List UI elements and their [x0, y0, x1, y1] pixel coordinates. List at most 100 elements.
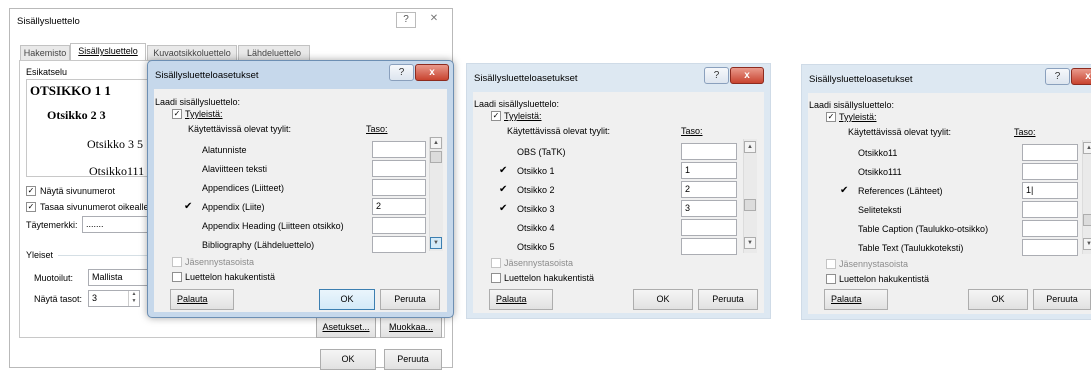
options1-style-row[interactable]: Alaviitteen teksti	[184, 160, 426, 178]
options2-help-icon[interactable]: ?	[704, 67, 729, 84]
options2-style-list: OBS (TaTK) ✔ Otsikko 1 1 ✔ Otsikko 2 2 ✔ Otsikko…	[499, 139, 757, 256]
options1-fields-checkbox[interactable]	[172, 272, 182, 282]
spinner-arrows-icon[interactable]: ▲ ▼	[128, 291, 139, 306]
options2-style-row[interactable]: ✔ Otsikko 1 1	[499, 162, 743, 180]
options3-styles-checkbox[interactable]: ✓	[826, 112, 836, 122]
options2-fields-checkbox[interactable]	[491, 273, 501, 283]
options2-reset-button[interactable]: Palauta	[489, 289, 553, 310]
options1-reset-button[interactable]: Palauta	[170, 289, 234, 310]
options1-scroll-down-icon[interactable]: ▼	[430, 237, 442, 249]
options3-style-name: Table Text (Taulukkoteksti)	[858, 243, 964, 253]
options1-scroll-thumb[interactable]	[430, 151, 442, 163]
ok-button[interactable]: OK	[320, 349, 376, 370]
options1-style-level-input[interactable]	[372, 179, 426, 196]
options1-cancel-button[interactable]: Peruuta	[380, 289, 440, 310]
options1-style-row[interactable]: Appendix Heading (Liitteen otsikko)	[184, 217, 426, 235]
options1-style-level-input[interactable]	[372, 160, 426, 177]
options2-close-icon[interactable]: x	[730, 67, 764, 84]
options1-styles-checkbox[interactable]: ✓	[172, 109, 182, 119]
options3-scroll-thumb[interactable]	[1083, 214, 1091, 226]
options2-scroll-up-icon[interactable]: ▲	[744, 141, 756, 153]
options1-close-icon[interactable]: x	[415, 64, 449, 81]
tab-table-of-authorities[interactable]: Lähdeluettelo	[238, 45, 310, 61]
options3-available-styles: Käytettävissä olevat tyylit:	[848, 127, 952, 137]
close-icon[interactable]: ✕	[423, 12, 445, 28]
options3-ok-button[interactable]: OK	[968, 289, 1028, 310]
options2-ok-button[interactable]: OK	[633, 289, 693, 310]
options1-style-level-input[interactable]: 2	[372, 198, 426, 215]
options2-scroll-down-icon[interactable]: ▼	[744, 237, 756, 249]
options3-style-level-input[interactable]	[1022, 201, 1078, 218]
options1-style-name: Bibliography (Lähdeluettelo)	[202, 240, 315, 250]
options2-cancel-button[interactable]: Peruuta	[698, 289, 758, 310]
options1-style-row[interactable]: Appendices (Liitteet)	[184, 179, 426, 197]
modify-button[interactable]: Muokkaa...	[380, 317, 442, 338]
options3-body: Laadi sisällysluettelo: ✓ Tyyleistä: Käy…	[808, 93, 1091, 314]
options2-style-level-input[interactable]	[681, 143, 737, 160]
options3-help-icon[interactable]: ?	[1045, 68, 1070, 85]
options2-style-row[interactable]: OBS (TaTK)	[503, 143, 743, 161]
options1-style-level-input[interactable]	[372, 236, 426, 253]
options2-style-row[interactable]: Otsikko 5	[503, 238, 743, 256]
options1-outline-label: Jäsennystasoista	[185, 257, 255, 267]
help-icon[interactable]: ?	[396, 12, 416, 28]
options2-style-level-input[interactable]: 2	[681, 181, 737, 198]
tab-table-of-figures[interactable]: Kuvaotsikkoluettelo	[147, 45, 237, 61]
tab-table-of-contents-label: Sisällysluettelo	[78, 46, 138, 56]
options1-ok-button[interactable]: OK	[319, 289, 375, 310]
options1-style-level-input[interactable]	[372, 141, 426, 158]
options2-scrollbar[interactable]: ▲ ▼	[743, 139, 757, 253]
options3-style-row[interactable]: Otsikko111	[838, 163, 1078, 181]
options3-style-row[interactable]: Seliteteksti	[838, 201, 1078, 219]
options2-outline-checkbox[interactable]	[491, 258, 501, 268]
options2-style-row[interactable]: Otsikko 4	[503, 219, 743, 237]
options1-style-row[interactable]: Alatunniste	[184, 141, 426, 159]
options1-style-name: Appendices (Liitteet)	[202, 183, 285, 193]
show-page-numbers-checkbox[interactable]: ✓	[26, 186, 36, 196]
options2-build-label: Laadi sisällysluettelo:	[474, 99, 560, 109]
align-page-numbers-checkbox[interactable]: ✓	[26, 202, 36, 212]
options3-fields-checkbox[interactable]	[826, 274, 836, 284]
options3-cancel-button[interactable]: Peruuta	[1033, 289, 1091, 310]
options3-scrollbar[interactable]: ▲ ▼	[1082, 140, 1091, 254]
options2-scroll-thumb[interactable]	[744, 199, 756, 211]
options1-scrollbar[interactable]: ▲ ▼	[429, 137, 443, 251]
options1-help-icon[interactable]: ?	[389, 64, 414, 81]
options3-scroll-up-icon[interactable]: ▲	[1083, 142, 1091, 154]
print-preview: OTSIKKO 1 1 Otsikko 2 3 Otsikko 3 5 Otsi…	[26, 79, 156, 177]
options3-style-checkmark-icon: ✔	[840, 185, 849, 196]
options3-outline-label: Jäsennystasoista	[839, 259, 909, 269]
options3-style-level-input[interactable]: 1|	[1022, 182, 1078, 199]
options2-style-row[interactable]: ✔ Otsikko 2 2	[499, 181, 743, 199]
options3-outline-checkbox[interactable]	[826, 259, 836, 269]
options3-reset-button[interactable]: Palauta	[824, 289, 888, 310]
cancel-button[interactable]: Peruuta	[384, 349, 442, 370]
options2-style-row[interactable]: ✔ Otsikko 3 3	[499, 200, 743, 218]
options3-style-level-input[interactable]	[1022, 220, 1078, 237]
options2-styles-checkbox[interactable]: ✓	[491, 111, 501, 121]
options1-style-level-input[interactable]	[372, 217, 426, 234]
options3-style-level-input[interactable]	[1022, 144, 1078, 161]
options2-style-level-input[interactable]	[681, 238, 737, 255]
options2-style-name: OBS (TaTK)	[517, 147, 566, 157]
options2-style-level-input[interactable]	[681, 219, 737, 236]
options3-style-row[interactable]: ✔ References (Lähteet) 1|	[838, 182, 1078, 200]
options1-outline-checkbox[interactable]	[172, 257, 182, 267]
options3-style-level-input[interactable]	[1022, 239, 1078, 256]
options3-style-row[interactable]: Otsikko11	[838, 144, 1078, 162]
options-button[interactable]: Asetukset...	[316, 317, 376, 338]
tab-table-of-contents[interactable]: Sisällysluettelo	[70, 43, 146, 61]
options2-style-level-input[interactable]: 3	[681, 200, 737, 217]
options3-style-list: Otsikko11 Otsikko111 ✔ References (Lähteet)…	[838, 140, 1091, 257]
options1-style-row[interactable]: Bibliography (Lähdeluettelo)	[184, 236, 426, 254]
options1-scroll-up-icon[interactable]: ▲	[430, 137, 442, 149]
options2-style-level-input[interactable]: 1	[681, 162, 737, 179]
options3-scroll-down-icon[interactable]: ▼	[1083, 238, 1091, 250]
options3-style-row[interactable]: Table Text (Taulukkoteksti)	[838, 239, 1078, 257]
options3-style-level-input[interactable]	[1022, 163, 1078, 180]
options1-style-row[interactable]: ✔ Appendix (Liite) 2	[184, 198, 426, 216]
tab-index[interactable]: Hakemisto	[20, 45, 70, 61]
options2-style-name: Otsikko 1	[517, 166, 555, 176]
options3-close-icon[interactable]: x	[1071, 68, 1091, 85]
options3-style-row[interactable]: Table Caption (Taulukko-otsikko)	[838, 220, 1078, 238]
